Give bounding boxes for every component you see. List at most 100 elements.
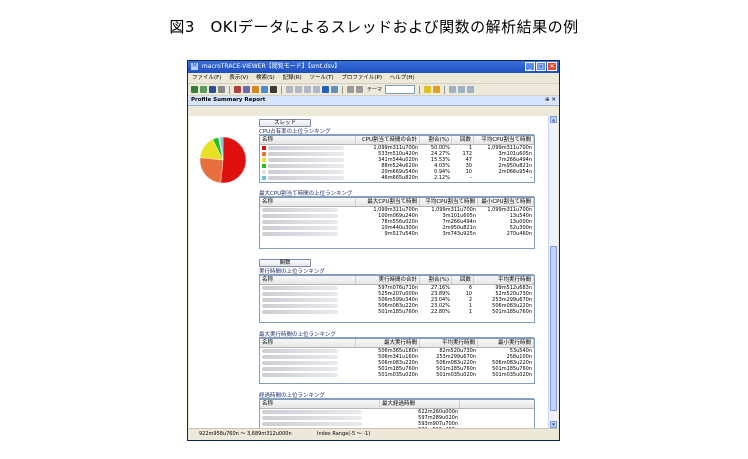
col-name[interactable]: 名称	[260, 136, 356, 144]
settings-icon[interactable]	[356, 86, 363, 93]
minimize-icon[interactable]: _	[525, 62, 535, 71]
open-icon[interactable]	[191, 86, 198, 93]
last-icon[interactable]	[313, 86, 320, 93]
save-icon[interactable]	[209, 86, 216, 93]
col-count[interactable]: 回数	[452, 276, 474, 284]
cell-pct: 22.80%	[430, 309, 450, 315]
close-icon[interactable]: ✕	[547, 62, 557, 71]
table-header: 名称 CPU割当て時間の合計 割合(%) 回数 平均CPU割当て時間	[260, 136, 534, 145]
col-min[interactable]: 最小実行時間	[478, 339, 534, 347]
col-name[interactable]: 名称	[260, 400, 380, 408]
redacted-name	[268, 175, 344, 180]
cpu-pie-chart	[199, 136, 247, 184]
copy-icon[interactable]	[243, 86, 250, 93]
col-total[interactable]: 実行時間の合計	[356, 276, 420, 284]
table-body: 1,099m311u700n 50.00% 1 1,099m311u700n 533m5…	[260, 145, 534, 181]
add-icon[interactable]	[449, 86, 457, 93]
col-min[interactable]: 最小CPU割当て時間	[478, 198, 534, 206]
redacted-name	[262, 285, 338, 290]
col-max[interactable]: 最大実行時間	[356, 339, 420, 347]
table-body: 622m260u000n597m289u020n593m907u700n581m…	[260, 409, 534, 428]
redacted-name	[268, 163, 344, 168]
col-pct[interactable]: 割合(%)	[420, 276, 452, 284]
scroll-up-icon[interactable]: ▲	[550, 116, 557, 123]
status-time-range: 922m958u760n ～ 3,689m312u000n	[199, 431, 292, 437]
menu-tools[interactable]: ツール(T)	[309, 75, 333, 81]
toolbar: テーマ	[188, 84, 559, 96]
scroll-down-icon[interactable]: ▼	[550, 421, 557, 428]
table-body: 597m076u710n 27.16% 6 99m512u683n 525m207u00…	[260, 285, 534, 315]
menu-help[interactable]: ヘルプ(H)	[390, 75, 415, 81]
redacted-name	[262, 297, 338, 302]
back-icon[interactable]	[286, 86, 293, 93]
col-name[interactable]: 名称	[260, 339, 356, 347]
redacted-name	[262, 219, 338, 224]
pause-icon[interactable]	[424, 86, 432, 93]
vertical-scrollbar[interactable]: ▲ ▼	[548, 116, 558, 428]
redacted-name	[262, 348, 338, 353]
print-icon[interactable]	[218, 86, 225, 93]
maximize-icon[interactable]: □	[536, 62, 546, 71]
row-name	[260, 309, 356, 315]
forward-icon[interactable]	[295, 86, 302, 93]
theme-select[interactable]	[385, 85, 416, 94]
reload-icon[interactable]	[200, 86, 207, 93]
col-max[interactable]: 最大CPU割当て時間	[356, 198, 420, 206]
toolbar-separator	[342, 85, 343, 94]
scroll-thumb[interactable]	[550, 246, 557, 411]
cell-min: 270u460n	[506, 231, 532, 237]
col-avg[interactable]: 平均実行時間	[420, 339, 478, 347]
redacted-name	[262, 291, 338, 296]
redacted-name	[262, 409, 362, 414]
col-avg[interactable]: 平均CPU割当て時間	[420, 198, 478, 206]
row-name	[260, 175, 356, 181]
first-icon[interactable]	[304, 86, 311, 93]
status-bar: 922m958u760n ～ 3,689m312u000n Index Rang…	[189, 428, 558, 439]
zoom-out-icon[interactable]	[467, 86, 475, 93]
redacted-name	[268, 157, 344, 162]
sync-icon[interactable]	[331, 86, 338, 93]
app-window: M macroTRACE-VIEWER【閲覧モード】【smt.dsv】 _ □ ✕ …	[187, 60, 560, 441]
series-swatch	[262, 145, 266, 150]
menu-profile[interactable]: プロファイル(P)	[341, 75, 382, 81]
panel-controls[interactable]: ⊕ ✕	[545, 96, 556, 105]
col-avg[interactable]: 平均CPU割当て時間	[474, 136, 534, 144]
cut-icon[interactable]	[234, 86, 241, 93]
redacted-name	[262, 354, 338, 359]
refresh-icon[interactable]	[322, 86, 329, 93]
col-name[interactable]: 名称	[260, 198, 356, 206]
col-avg[interactable]: 平均実行時間	[474, 276, 534, 284]
title-bar[interactable]: M macroTRACE-VIEWER【閲覧モード】【smt.dsv】 _ □ ✕	[188, 61, 559, 73]
status-index-range: Index Range(-5 ～ -1)	[317, 431, 371, 437]
col-total[interactable]: CPU割当て時間の合計	[356, 136, 420, 144]
panel-header: Profile Summary Report ⊕ ✕	[188, 96, 559, 106]
find-icon[interactable]	[261, 86, 268, 93]
menu-record[interactable]: 記録(R)	[283, 75, 302, 81]
cell-pct: 2.12%	[434, 175, 450, 181]
table-row[interactable]: 46m665u820n 2.12% - -	[260, 175, 534, 181]
table-row[interactable]: 501m185u760n 22.80% 1 501m185u760n	[260, 309, 534, 315]
paste-icon[interactable]	[252, 86, 259, 93]
thread-button[interactable]: スレッド	[259, 119, 311, 127]
max-exec-ranking-table: 名称 最大実行時間 平均実行時間 最小実行時間 506m365u180n 82m5…	[259, 338, 535, 384]
zoom-icon[interactable]	[347, 86, 354, 93]
table-row[interactable]: 9m517u540n 3m743u925n 270u460n	[260, 231, 534, 237]
redacted-name	[262, 225, 338, 230]
table-row[interactable]: 501m035u020n 501m035u020n 501m035u020n	[260, 372, 534, 378]
redacted-name	[268, 169, 344, 174]
redacted-name	[262, 231, 338, 236]
zoom-in-icon[interactable]	[458, 86, 466, 93]
col-name[interactable]: 名称	[260, 276, 356, 284]
col-count[interactable]: 回数	[452, 136, 474, 144]
col-pct[interactable]: 割合(%)	[420, 136, 452, 144]
step-icon[interactable]	[433, 86, 441, 93]
menu-file[interactable]: ファイル(F)	[192, 75, 221, 81]
menu-view[interactable]: 表示(V)	[229, 75, 248, 81]
col-max[interactable]: 最大経過時間	[380, 400, 460, 408]
function-button[interactable]: 関数	[259, 259, 311, 267]
menu-search[interactable]: 検索(S)	[256, 75, 275, 81]
redacted-name	[262, 372, 338, 377]
filter-icon[interactable]	[270, 86, 277, 93]
toolbar-separator	[281, 85, 282, 94]
app-icon: M	[191, 63, 198, 70]
